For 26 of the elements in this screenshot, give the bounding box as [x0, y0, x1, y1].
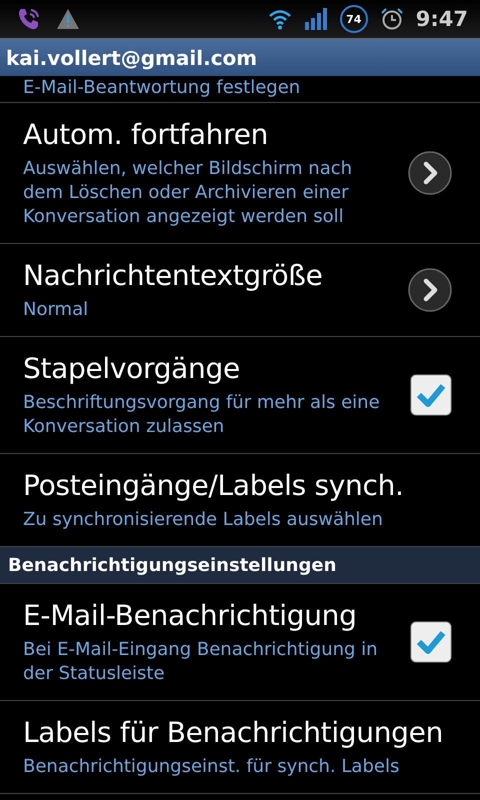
chevron-right-icon[interactable] — [408, 268, 452, 312]
setting-title[interactable]: Posteingänge/Labels synch. — [23, 468, 452, 504]
warning-icon — [56, 8, 80, 30]
setting-title[interactable]: Stapelvorgänge — [23, 351, 398, 387]
phone-icon — [16, 6, 42, 32]
checkbox[interactable] — [410, 621, 452, 663]
wifi-icon — [268, 8, 292, 30]
setting-summary: Bei E-Mail-Eingang Benachrichtigung in der Statusleiste — [23, 638, 379, 686]
setting-summary: Zu synchronisierende Labels auswählen — [23, 508, 384, 532]
setting-title[interactable]: E-Mail-Benachrichtigung — [23, 598, 398, 634]
signal-icon — [304, 8, 328, 30]
account-header: kai.vollert@gmail.com — [0, 38, 480, 76]
setting-summary: Auswählen, welcher Bildschirm nach dem Löschen oder Archivieren einer Konversation angezeigt werden soll — [23, 157, 354, 229]
setting-title[interactable]: Autom. fortfahren — [23, 117, 396, 153]
chevron-right-icon[interactable] — [408, 151, 452, 195]
setting-summary: Normal — [23, 298, 90, 322]
setting-title[interactable]: Labels für Benachrichtigungen — [23, 715, 452, 751]
checkbox[interactable] — [410, 374, 452, 416]
setting-summary: E-Mail-Beantwortung festlegen — [23, 77, 300, 98]
setting-title[interactable]: Nachrichtentextgröße — [23, 258, 396, 294]
alarm-icon — [380, 7, 404, 31]
battery-indicator: 74 — [340, 5, 368, 33]
setting-summary: Beschriftungsvorgang für mehr als eine Konversation zulassen — [23, 391, 381, 439]
clock-time: 9:47 — [416, 7, 468, 31]
setting-summary: Benachrichtigungseinst. für synch. Labels — [23, 755, 400, 779]
section-header: Benachrichtigungseinstellungen — [0, 547, 480, 584]
